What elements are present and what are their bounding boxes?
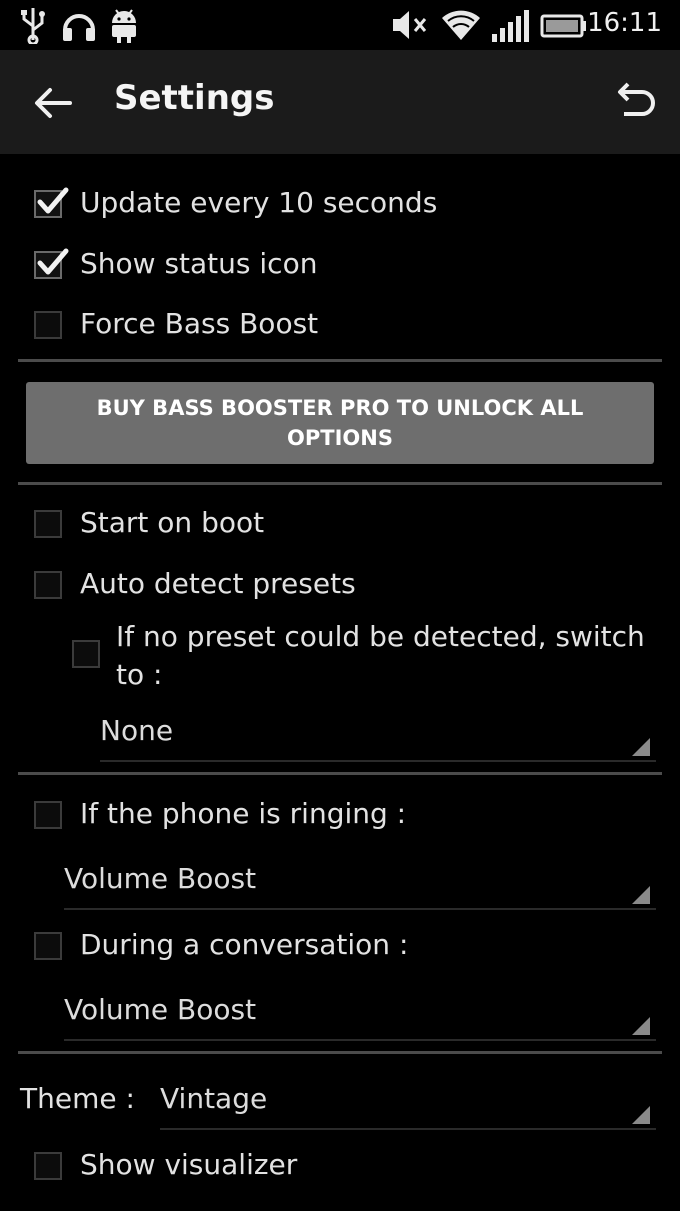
check-icon (37, 187, 69, 214)
signal-icon (492, 10, 529, 42)
theme-spinner-value: Vintage (160, 1082, 268, 1115)
theme-label: Theme : (20, 1082, 135, 1115)
page-title: Settings (114, 78, 275, 118)
phone-ringing-spinner-value: Volume Boost (64, 862, 257, 895)
option-force-bass-boost[interactable]: Force Bass Boost (0, 297, 680, 353)
phone-ringing-label: If the phone is ringing : (80, 797, 407, 830)
usb-icon (21, 8, 45, 44)
no-preset-spinner[interactable]: None (100, 714, 656, 762)
conversation-spinner[interactable]: Volume Boost (64, 993, 656, 1041)
headphones-icon (63, 14, 95, 41)
show-visualizer-checkbox[interactable] (34, 1152, 62, 1180)
option-auto-detect-presets[interactable]: Auto detect presets (0, 557, 680, 613)
check-icon (37, 248, 69, 275)
option-show-visualizer[interactable]: Show visualizer (0, 1138, 680, 1194)
divider (18, 1051, 662, 1054)
divider (18, 772, 662, 775)
no-preset-switch-label-line1: If no preset could be detected, switch (116, 620, 645, 653)
option-show-status-icon[interactable]: Show status icon (0, 237, 680, 293)
auto-detect-presets-label: Auto detect presets (80, 567, 356, 600)
dropdown-triangle-icon (632, 1106, 650, 1124)
force-bass-boost-label: Force Bass Boost (80, 307, 319, 340)
no-preset-spinner-value: None (100, 714, 174, 747)
undo-icon[interactable] (612, 78, 658, 124)
divider (18, 359, 662, 362)
buy-pro-button-label: BUY BASS BOOSTER PRO TO UNLOCK ALL OPTIO… (96, 396, 584, 450)
dropdown-triangle-icon (632, 1017, 650, 1035)
conversation-label: During a conversation : (80, 928, 409, 961)
force-bass-boost-checkbox[interactable] (34, 311, 62, 339)
start-on-boot-checkbox[interactable] (34, 510, 62, 538)
app-bar: Settings (0, 50, 680, 154)
option-no-preset-switch[interactable]: If no preset could be detected, switch t… (0, 616, 680, 696)
update-every-checkbox[interactable] (34, 187, 69, 218)
battery-icon (540, 14, 586, 38)
option-phone-ringing[interactable]: If the phone is ringing : (0, 787, 680, 843)
theme-spinner[interactable]: Vintage (160, 1082, 656, 1130)
status-bar: 16:11 (0, 0, 680, 50)
auto-detect-presets-checkbox[interactable] (34, 571, 62, 599)
conversation-checkbox[interactable] (34, 932, 62, 960)
status-time: 16:11 (587, 8, 662, 38)
no-preset-switch-checkbox[interactable] (72, 640, 100, 668)
wifi-icon (442, 10, 480, 40)
option-conversation[interactable]: During a conversation : (0, 918, 680, 974)
show-status-icon-label: Show status icon (80, 247, 318, 280)
mute-icon (393, 11, 427, 39)
phone-ringing-spinner[interactable]: Volume Boost (64, 862, 656, 910)
no-preset-switch-label-line2: to : (116, 658, 163, 691)
conversation-spinner-value: Volume Boost (64, 993, 257, 1026)
option-update-every[interactable]: Update every 10 seconds (0, 176, 680, 232)
show-status-icon-checkbox[interactable] (34, 248, 69, 279)
buy-pro-button[interactable]: BUY BASS BOOSTER PRO TO UNLOCK ALL OPTIO… (26, 382, 654, 464)
dropdown-triangle-icon (632, 886, 650, 904)
divider (18, 482, 662, 485)
show-visualizer-label: Show visualizer (80, 1148, 298, 1181)
phone-ringing-checkbox[interactable] (34, 801, 62, 829)
option-start-on-boot[interactable]: Start on boot (0, 496, 680, 552)
update-every-label: Update every 10 seconds (80, 186, 438, 219)
arrow-back-icon[interactable] (30, 80, 76, 126)
dropdown-triangle-icon (632, 738, 650, 756)
start-on-boot-label: Start on boot (80, 506, 265, 539)
android-icon (112, 9, 136, 43)
